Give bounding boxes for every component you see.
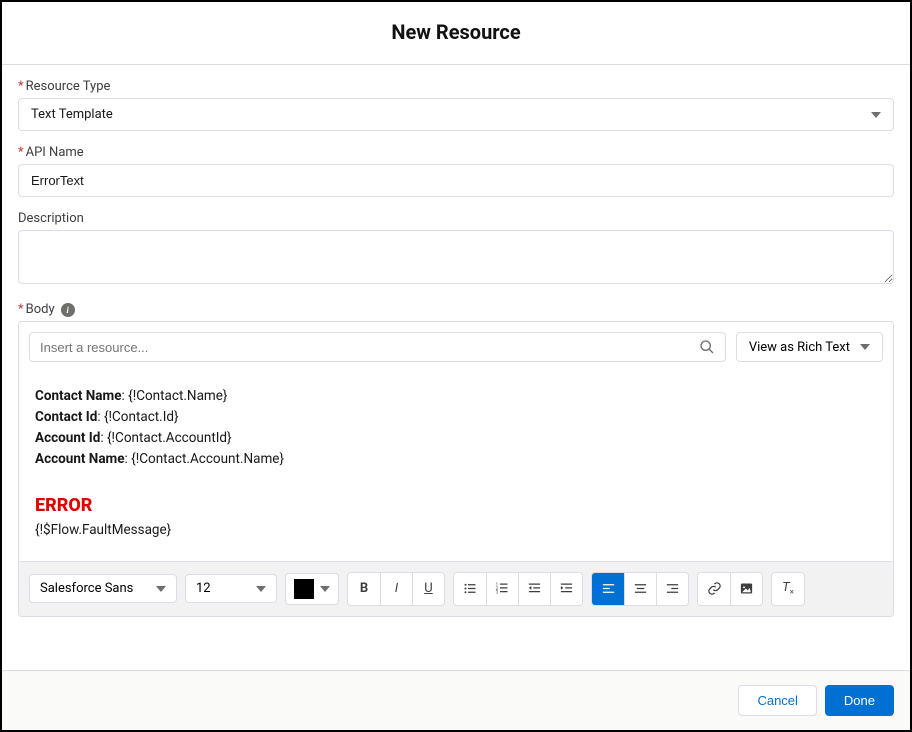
view-mode-select[interactable]: View as Rich Text [736, 332, 883, 362]
numbered-list-icon: 123 [495, 581, 510, 596]
clear-format-button[interactable]: T× [772, 573, 804, 605]
editor-top-row: View as Rich Text [19, 322, 893, 372]
outdent-icon [527, 581, 542, 596]
body-field: *Body i View as Rich Text Contact Name: … [18, 302, 894, 617]
align-right-icon [665, 581, 680, 596]
clear-format-icon: T× [782, 580, 794, 597]
search-icon [699, 339, 715, 355]
resource-search-input[interactable] [40, 340, 699, 355]
resource-type-field: *Resource Type Text Template [18, 79, 894, 131]
color-swatch [294, 579, 314, 599]
bulleted-list-icon [463, 581, 478, 596]
image-button[interactable] [730, 573, 762, 605]
bold-icon: B [360, 581, 368, 596]
description-textarea[interactable] [18, 230, 894, 284]
view-mode-value: View as Rich Text [749, 340, 850, 355]
api-name-input[interactable] [18, 164, 894, 197]
align-left-button[interactable] [592, 573, 624, 605]
rich-text-area[interactable]: Contact Name: {!Contact.Name} Contact Id… [19, 372, 893, 561]
description-label: Description [18, 211, 894, 226]
info-icon[interactable]: i [61, 303, 75, 317]
align-group [591, 572, 689, 606]
underline-icon: U [424, 581, 432, 596]
new-resource-modal: New Resource *Resource Type Text Templat… [0, 0, 912, 732]
bold-button[interactable]: B [348, 573, 380, 605]
outdent-button[interactable] [518, 573, 550, 605]
bulleted-list-button[interactable] [454, 573, 486, 605]
resource-type-select[interactable]: Text Template [18, 98, 894, 131]
cancel-button[interactable]: Cancel [738, 685, 816, 716]
chevron-down-icon [156, 586, 166, 592]
svg-text:3: 3 [496, 591, 499, 596]
done-button[interactable]: Done [825, 685, 894, 716]
clear-group: T× [771, 572, 805, 606]
italic-icon: I [395, 581, 398, 596]
font-size-select[interactable]: 12 [185, 574, 277, 603]
numbered-list-button[interactable]: 123 [486, 573, 518, 605]
link-icon [707, 581, 722, 596]
editor-toolbar: Salesforce Sans 12 B I U [19, 561, 893, 616]
align-right-button[interactable] [656, 573, 688, 605]
api-name-field: *API Name [18, 145, 894, 197]
error-heading: ERROR [35, 492, 877, 520]
body-label: *Body i [18, 302, 894, 317]
image-icon [739, 581, 754, 596]
api-name-label: *API Name [18, 145, 894, 160]
error-body: {!$Flow.FaultMessage} [35, 520, 877, 541]
modal-footer: Cancel Done [2, 670, 910, 730]
chevron-down-icon [871, 112, 881, 118]
body-editor: View as Rich Text Contact Name: {!Contac… [18, 321, 894, 617]
chevron-down-icon [256, 586, 266, 592]
text-color-picker[interactable] [285, 573, 339, 605]
description-field: Description [18, 211, 894, 288]
list-indent-group: 123 [453, 572, 583, 606]
italic-button[interactable]: I [380, 573, 412, 605]
text-style-group: B I U [347, 572, 445, 606]
modal-body: *Resource Type Text Template *API Name D… [2, 65, 910, 670]
chevron-down-icon [320, 586, 330, 592]
modal-title: New Resource [2, 2, 910, 65]
font-family-select[interactable]: Salesforce Sans [29, 574, 177, 603]
align-center-icon [633, 581, 648, 596]
insert-group [697, 572, 763, 606]
indent-icon [559, 581, 574, 596]
resource-search[interactable] [29, 332, 726, 362]
resource-type-value: Text Template [31, 107, 113, 122]
align-center-button[interactable] [624, 573, 656, 605]
indent-button[interactable] [550, 573, 582, 605]
resource-type-label: *Resource Type [18, 79, 894, 94]
align-left-icon [601, 581, 616, 596]
link-button[interactable] [698, 573, 730, 605]
underline-button[interactable]: U [412, 573, 444, 605]
chevron-down-icon [860, 344, 870, 350]
